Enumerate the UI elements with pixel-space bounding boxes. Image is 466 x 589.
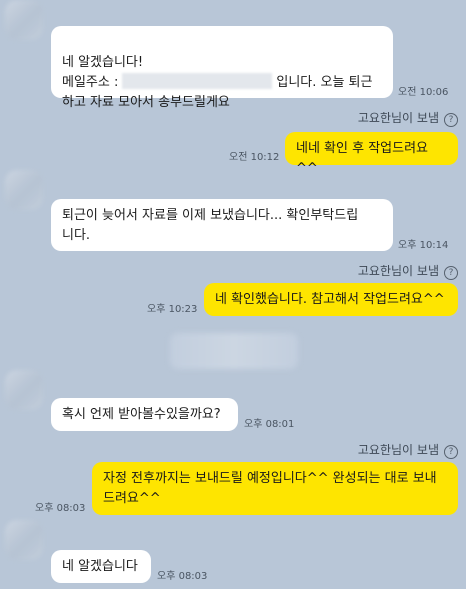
incoming-message-bubble[interactable]: 혹시 언제 받아볼수있을까요? (51, 398, 238, 431)
outgoing-message-bubble[interactable]: 네네 확인 후 작업드려요^^ (285, 132, 458, 176)
incoming-message-bubble[interactable]: 퇴근이 늦어서 자료를 이제 보냈습니다... 확인부탁드립 니다. (51, 199, 393, 251)
sender-avatar[interactable] (5, 170, 43, 210)
sent-by-label: 고요한님이 보냄? (358, 441, 458, 459)
message-time: 오후 10:14 (398, 240, 449, 251)
message-time: 오후 08:03 (35, 503, 86, 514)
incoming-message-bubble[interactable]: 네 알겠습니다! 메일주소 : 입니다. 오늘 퇴근 하고 자료 모아서 송부드릴… (51, 26, 393, 110)
incoming-message-bubble[interactable]: 네 알겠습니다 (51, 550, 151, 583)
redacted-email (122, 73, 273, 89)
sent-by-label: 고요한님이 보냄? (358, 109, 458, 127)
sent-by-label: 고요한님이 보냄? (358, 262, 458, 280)
message-time: 오후 08:01 (244, 419, 295, 430)
message-line: 입니다. 오늘 퇴근 (276, 75, 373, 90)
sender-avatar[interactable] (5, 0, 43, 40)
message-time: 오후 10:23 (147, 304, 198, 315)
blurred-date-divider (170, 333, 298, 369)
question-circle-icon[interactable]: ? (444, 113, 458, 127)
message-time: 오전 10:06 (398, 87, 449, 98)
message-line: 하고 자료 모아서 송부드릴게요 (62, 95, 230, 110)
message-time: 오후 08:03 (157, 571, 208, 582)
outgoing-message-bubble[interactable]: 자정 전후까지는 보내드릴 예정입니다^^ 완성되는 대로 보내 드려요^^ (92, 462, 458, 515)
message-time: 오전 10:12 (229, 152, 280, 163)
sender-avatar[interactable] (5, 370, 43, 410)
outgoing-message-bubble[interactable]: 네 확인했습니다. 참고해서 작업드려요^^ (204, 283, 458, 316)
message-line: 네 알겠습니다! (62, 55, 144, 70)
question-circle-icon[interactable]: ? (444, 445, 458, 459)
message-line: 메일주소 : (62, 75, 119, 90)
sender-avatar[interactable] (5, 520, 43, 560)
question-circle-icon[interactable]: ? (444, 266, 458, 280)
